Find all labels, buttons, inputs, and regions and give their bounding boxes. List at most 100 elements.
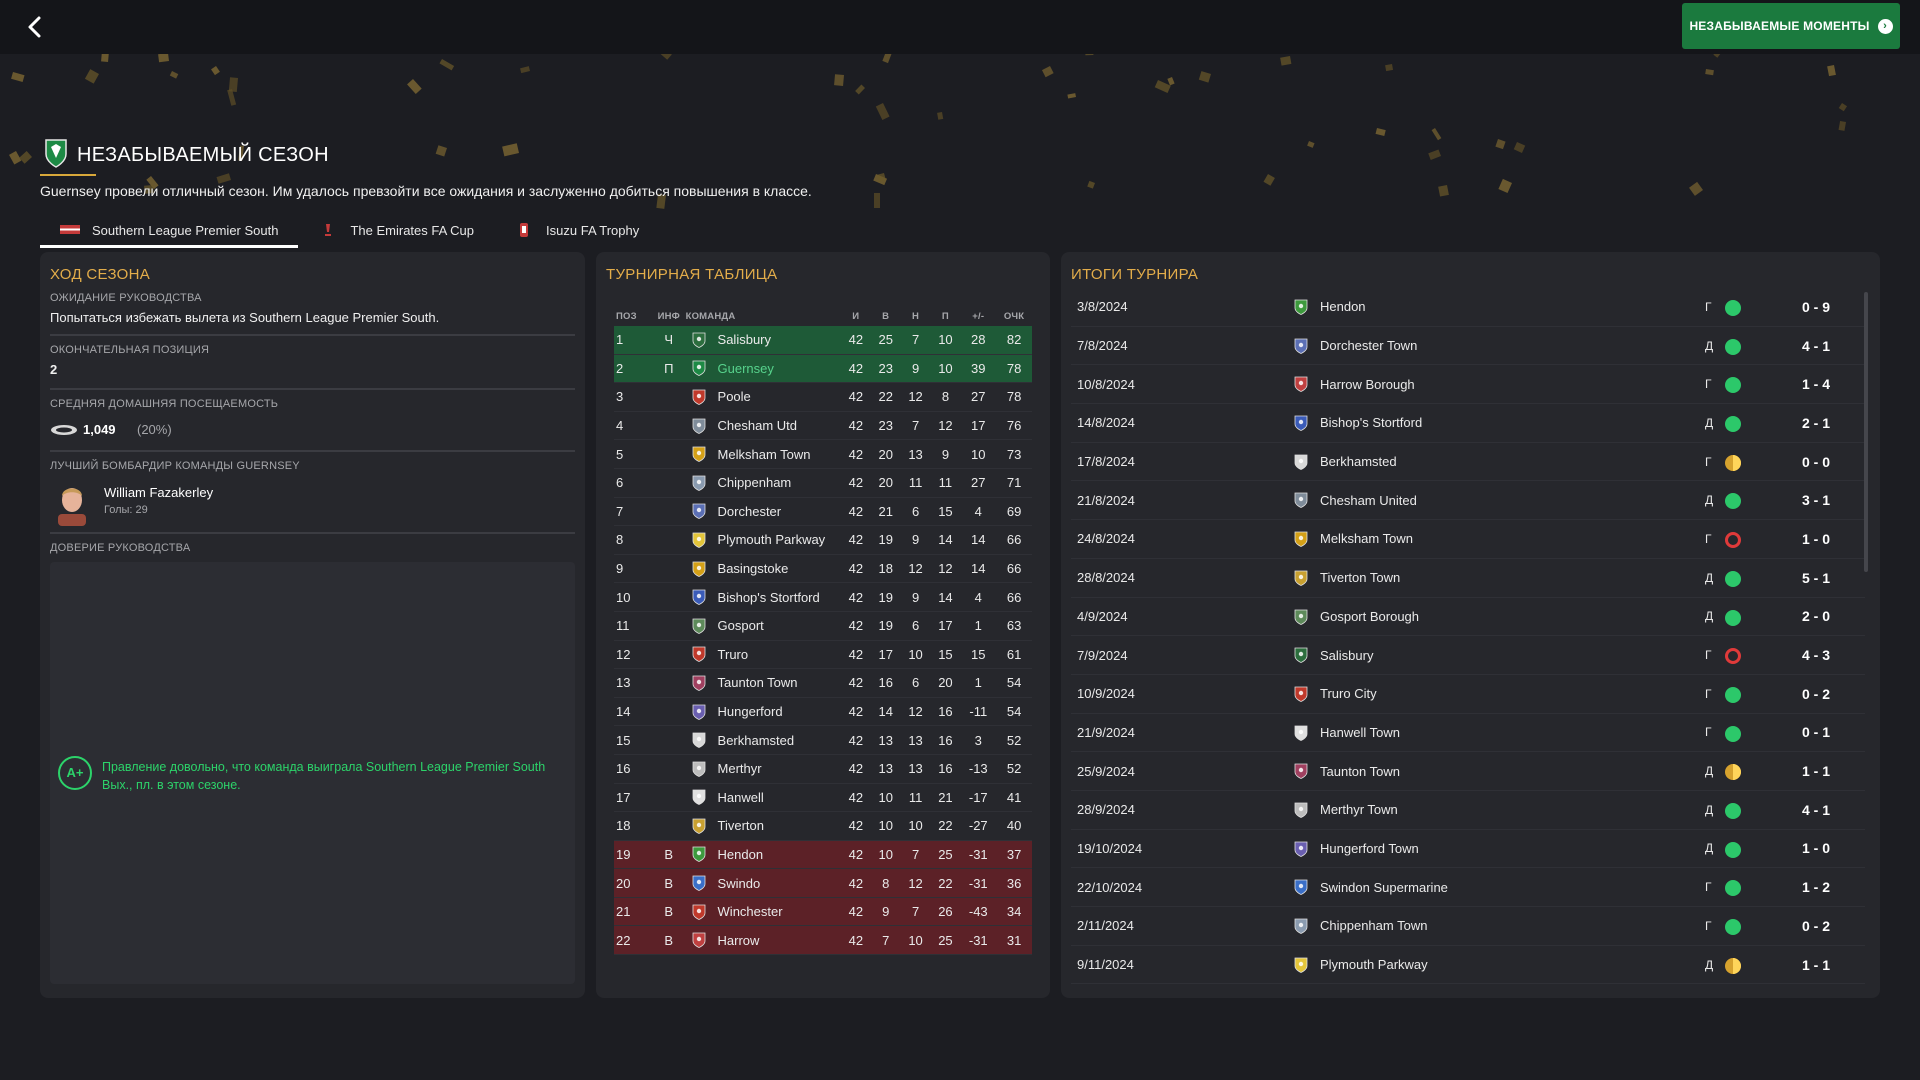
- opponent-name[interactable]: Merthyr Town: [1320, 802, 1398, 817]
- table-row[interactable]: 19 В Hendon 42 10 7 25 -31 37: [614, 840, 1032, 870]
- match-score[interactable]: 1 - 0: [1786, 840, 1846, 856]
- result-row[interactable]: 14/8/2024 Bishop's Stortford Д 2 - 1: [1071, 404, 1865, 443]
- result-row[interactable]: 28/8/2024 Tiverton Town Д 5 - 1: [1071, 559, 1865, 598]
- match-score[interactable]: 0 - 2: [1786, 686, 1846, 702]
- table-row[interactable]: 4 Chesham Utd 42 23 7 12 17 76: [614, 412, 1032, 441]
- team-name[interactable]: Hungerford: [712, 704, 841, 719]
- header-pos[interactable]: ПОЗ: [614, 311, 652, 322]
- table-row[interactable]: 3 Poole 42 22 12 8 27 78: [614, 383, 1032, 412]
- header-played[interactable]: И: [841, 311, 871, 322]
- table-row[interactable]: 6 Chippenham 42 20 11 11 27 71: [614, 469, 1032, 498]
- tab-fa-cup[interactable]: The Emirates FA Cup: [298, 214, 494, 246]
- opponent-name[interactable]: Chippenham Town: [1320, 918, 1427, 933]
- match-score[interactable]: 1 - 2: [1786, 879, 1846, 895]
- result-row[interactable]: 21/9/2024 Hanwell Town Г 0 - 1: [1071, 714, 1865, 753]
- result-row[interactable]: 19/10/2024 Hungerford Town Д 1 - 0: [1071, 830, 1865, 869]
- opponent-name[interactable]: Tiverton Town: [1320, 570, 1400, 585]
- result-row[interactable]: 7/9/2024 Salisbury Г 4 - 3: [1071, 636, 1865, 675]
- table-row[interactable]: 21 В Winchester 42 9 7 26 -43 34: [614, 897, 1032, 927]
- result-row[interactable]: 3/8/2024 Hendon Г 0 - 9: [1071, 288, 1865, 327]
- results-scrollbar[interactable]: [1864, 292, 1868, 572]
- player-avatar[interactable]: [54, 482, 90, 526]
- opponent-name[interactable]: Truro City: [1320, 686, 1377, 701]
- table-row[interactable]: 2 П Guernsey 42 23 9 10 39 78: [614, 354, 1032, 384]
- table-row[interactable]: 12 Truro 42 17 10 15 15 61: [614, 641, 1032, 670]
- match-score[interactable]: 0 - 9: [1786, 299, 1846, 315]
- result-row[interactable]: 22/10/2024 Swindon Supermarine Г 1 - 2: [1071, 868, 1865, 907]
- table-row[interactable]: 11 Gosport 42 19 6 17 1 63: [614, 612, 1032, 641]
- opponent-name[interactable]: Swindon Supermarine: [1320, 880, 1448, 895]
- table-row[interactable]: 8 Plymouth Parkway 42 19 9 14 14 66: [614, 526, 1032, 555]
- match-score[interactable]: 0 - 1: [1786, 724, 1846, 740]
- result-row[interactable]: 7/8/2024 Dorchester Town Д 4 - 1: [1071, 327, 1865, 366]
- table-row[interactable]: 5 Melksham Town 42 20 13 9 10 73: [614, 440, 1032, 469]
- team-name[interactable]: Chesham Utd: [712, 418, 841, 433]
- opponent-name[interactable]: Berkhamsted: [1320, 454, 1397, 469]
- result-row[interactable]: 17/8/2024 Berkhamsted Г 0 - 0: [1071, 443, 1865, 482]
- back-arrow-icon[interactable]: [22, 14, 48, 40]
- table-row[interactable]: 13 Taunton Town 42 16 6 20 1 54: [614, 669, 1032, 698]
- team-name[interactable]: Winchester: [712, 904, 841, 919]
- header-drawn[interactable]: Н: [901, 311, 931, 322]
- team-name[interactable]: Hendon: [712, 847, 841, 862]
- team-name[interactable]: Taunton Town: [712, 675, 841, 690]
- team-name[interactable]: Tiverton: [712, 818, 841, 833]
- table-row[interactable]: 20 В Swindo 42 8 12 22 -31 36: [614, 869, 1032, 898]
- result-row[interactable]: 10/8/2024 Harrow Borough Г 1 - 4: [1071, 365, 1865, 405]
- table-row[interactable]: 14 Hungerford 42 14 12 16 -11 54: [614, 698, 1032, 727]
- team-name[interactable]: Poole: [712, 389, 841, 404]
- result-row[interactable]: 21/8/2024 Chesham United Д 3 - 1: [1071, 481, 1865, 521]
- match-score[interactable]: 4 - 1: [1786, 802, 1846, 818]
- header-inf[interactable]: ИНФ: [652, 311, 686, 322]
- match-score[interactable]: 1 - 1: [1786, 763, 1846, 779]
- match-score[interactable]: 2 - 1: [1786, 415, 1846, 431]
- header-points[interactable]: ОЧК: [996, 311, 1032, 322]
- opponent-name[interactable]: Dorchester Town: [1320, 338, 1417, 353]
- team-name[interactable]: Basingstoke: [712, 561, 841, 576]
- result-row[interactable]: 9/11/2024 Plymouth Parkway Д 1 - 1: [1071, 946, 1865, 985]
- opponent-name[interactable]: Plymouth Parkway: [1320, 957, 1428, 972]
- result-row[interactable]: 24/8/2024 Melksham Town Г 1 - 0: [1071, 520, 1865, 559]
- opponent-name[interactable]: Taunton Town: [1320, 764, 1400, 779]
- match-score[interactable]: 1 - 1: [1786, 957, 1846, 973]
- result-row[interactable]: 4/9/2024 Gosport Borough Д 2 - 0: [1071, 598, 1865, 637]
- opponent-name[interactable]: Hungerford Town: [1320, 841, 1419, 856]
- header-lost[interactable]: П: [930, 311, 960, 322]
- team-name[interactable]: Salisbury: [712, 332, 841, 347]
- match-score[interactable]: 4 - 1: [1786, 338, 1846, 354]
- result-row[interactable]: 28/9/2024 Merthyr Town Д 4 - 1: [1071, 791, 1865, 830]
- team-name[interactable]: Dorchester: [712, 504, 841, 519]
- memorable-moments-button[interactable]: НЕЗАБЫВАЕМЫЕ МОМЕНТЫ ›: [1682, 3, 1900, 49]
- table-row[interactable]: 22 В Harrow 42 7 10 25 -31 31: [614, 926, 1032, 956]
- table-row[interactable]: 17 Hanwell 42 10 11 21 -17 41: [614, 784, 1032, 813]
- team-name[interactable]: Truro: [712, 647, 841, 662]
- team-name[interactable]: Swindo: [712, 876, 841, 891]
- team-name[interactable]: Melksham Town: [712, 447, 841, 462]
- table-row[interactable]: 10 Bishop's Stortford 42 19 9 14 4 66: [614, 583, 1032, 612]
- table-row[interactable]: 1 Ч Salisbury 42 25 7 10 28 82: [614, 326, 1032, 355]
- result-row[interactable]: 10/9/2024 Truro City Г 0 - 2: [1071, 675, 1865, 714]
- team-name[interactable]: Hanwell: [712, 790, 841, 805]
- tab-southern-league[interactable]: Southern League Premier South: [40, 214, 299, 248]
- opponent-name[interactable]: Salisbury: [1320, 648, 1373, 663]
- opponent-name[interactable]: Gosport Borough: [1320, 609, 1419, 624]
- header-won[interactable]: В: [871, 311, 901, 322]
- match-score[interactable]: 3 - 1: [1786, 492, 1846, 508]
- tab-fa-trophy[interactable]: Isuzu FA Trophy: [494, 214, 659, 246]
- match-score[interactable]: 4 - 3: [1786, 647, 1846, 663]
- team-name[interactable]: Guernsey: [712, 361, 841, 376]
- match-score[interactable]: 1 - 4: [1786, 376, 1846, 392]
- match-score[interactable]: 5 - 1: [1786, 570, 1846, 586]
- opponent-name[interactable]: Harrow Borough: [1320, 377, 1415, 392]
- opponent-name[interactable]: Chesham United: [1320, 493, 1417, 508]
- match-score[interactable]: 2 - 0: [1786, 608, 1846, 624]
- result-row[interactable]: 25/9/2024 Taunton Town Д 1 - 1: [1071, 752, 1865, 791]
- team-name[interactable]: Harrow: [712, 933, 841, 948]
- match-score[interactable]: 1 - 0: [1786, 531, 1846, 547]
- table-row[interactable]: 9 Basingstoke 42 18 12 12 14 66: [614, 555, 1032, 584]
- team-name[interactable]: Gosport: [712, 618, 841, 633]
- team-name[interactable]: Merthyr: [712, 761, 841, 776]
- team-name[interactable]: Chippenham: [712, 475, 841, 490]
- result-row[interactable]: 2/11/2024 Chippenham Town Г 0 - 2: [1071, 907, 1865, 946]
- top-scorer-name[interactable]: William Fazakerley: [104, 485, 213, 500]
